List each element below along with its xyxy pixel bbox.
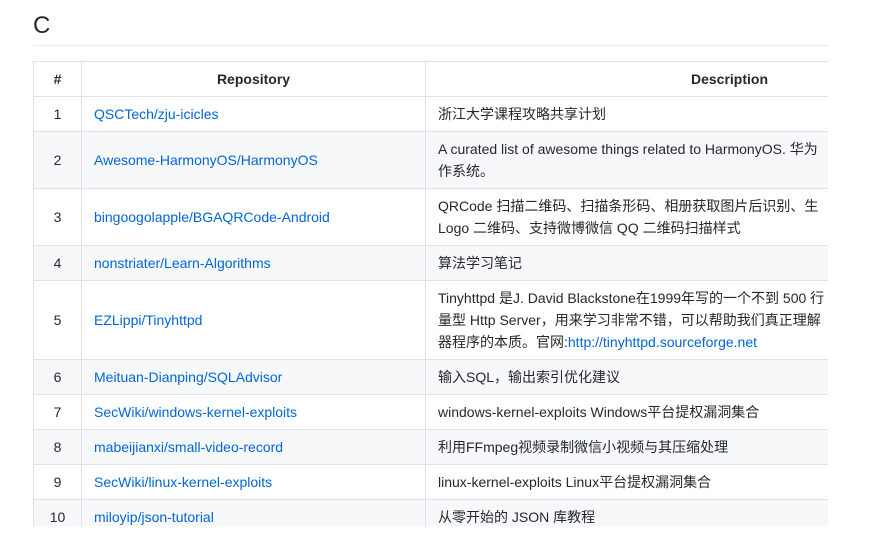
description-cell: windows-kernel-exploits Windows平台提权漏洞集合 [425,394,828,430]
repository-link[interactable]: nonstriater/Learn-Algorithms [94,255,271,271]
table-row: 2 Awesome-HarmonyOS/HarmonyOS A curated li… [33,131,828,189]
description-line-text: 浙江大学课程攻略共享计划 [438,106,606,122]
description-line-text: 输入SQL，输出索引优化建议 [438,369,621,385]
description-link[interactable]: http://tinyhttpd.sourceforge.net [568,334,757,350]
repository-cell: SecWiki/linux-kernel-exploits [81,464,426,500]
description-line: 算法学习笔记 [438,252,828,274]
table-body: 1 QSCTech/zju-icicles 浙江大学课程攻略共享计划 2 Awesome… [33,96,828,526]
repository-cell: mabeijianxi/small-video-record [81,429,426,465]
repository-cell: bingoogolapple/BGAQRCode-Android [81,188,426,246]
row-number: 5 [33,280,82,360]
description-line-text: A curated list of awesome things related… [438,141,818,157]
repository-cell: Meituan-Dianping/SQLAdvisor [81,359,426,395]
row-number: 4 [33,245,82,281]
description-line: linux-kernel-exploits Linux平台提权漏洞集合 [438,471,828,493]
table-row: 1 QSCTech/zju-icicles 浙江大学课程攻略共享计划 [33,96,828,132]
row-number: 7 [33,394,82,430]
description-line: windows-kernel-exploits Windows平台提权漏洞集合 [438,401,828,423]
description-line-text: linux-kernel-exploits Linux平台提权漏洞集合 [438,474,712,490]
description-text: 浙江大学课程攻略共享计划 [438,103,828,125]
description-line: 量型 Http Server，用来学习非常不错，可以帮助我们真正理解 [438,309,828,331]
repository-table: # Repository Description 1 QSCTech/zju-ic… [33,61,828,526]
description-line-text: Tinyhttpd 是J. David Blackstone在1999年写的一个… [438,290,825,306]
table-header-row: # Repository Description [33,61,828,97]
row-number: 2 [33,131,82,189]
description-cell: linux-kernel-exploits Linux平台提权漏洞集合 [425,464,828,500]
description-line-text: 量型 Http Server，用来学习非常不错，可以帮助我们真正理解 [438,312,821,328]
description-line-text: 从零开始的 JSON 库教程 [438,509,596,525]
description-line: Logo 二维码、支持微博微信 QQ 二维码扫描样式 [438,217,828,239]
description-text: windows-kernel-exploits Windows平台提权漏洞集合 [438,401,828,423]
repository-link[interactable]: QSCTech/zju-icicles [94,106,218,122]
header-repository: Repository [81,61,426,97]
description-line-text: windows-kernel-exploits Windows平台提权漏洞集合 [438,404,760,420]
description-text: A curated list of awesome things related… [438,138,828,182]
description-line-text: 器程序的本质。官网: [438,334,568,350]
description-line: 作系统。 [438,160,828,182]
repository-cell: EZLippi/Tinyhttpd [81,280,426,360]
description-cell: 输入SQL，输出索引优化建议 [425,359,828,395]
section-heading: C [33,6,828,46]
table-viewport: # Repository Description 1 QSCTech/zju-ic… [33,61,828,526]
description-line: 从零开始的 JSON 库教程 [438,506,828,526]
description-text: 利用FFmpeg视频录制微信小视频与其压缩处理 [438,436,828,458]
repository-link[interactable]: SecWiki/linux-kernel-exploits [94,474,272,490]
table-row: 7 SecWiki/windows-kernel-exploits windows-… [33,394,828,430]
row-number: 1 [33,96,82,132]
description-line: 器程序的本质。官网:http://tinyhttpd.sourceforge.n… [438,331,828,353]
repository-link[interactable]: miloyip/json-tutorial [94,509,214,525]
description-line: Tinyhttpd 是J. David Blackstone在1999年写的一个… [438,287,828,309]
row-number: 3 [33,188,82,246]
description-line: A curated list of awesome things related… [438,138,828,160]
header-number: # [33,61,82,97]
table-row: 4 nonstriater/Learn-Algorithms 算法学习笔记 [33,245,828,281]
description-cell: 从零开始的 JSON 库教程 [425,499,828,526]
repository-link[interactable]: mabeijianxi/small-video-record [94,439,283,455]
repository-cell: SecWiki/windows-kernel-exploits [81,394,426,430]
description-line-text: 利用FFmpeg视频录制微信小视频与其压缩处理 [438,439,729,455]
section-title: C [33,12,51,39]
description-text: 输入SQL，输出索引优化建议 [438,366,828,388]
repository-link[interactable]: bingoogolapple/BGAQRCode-Android [94,209,330,225]
description-cell: 算法学习笔记 [425,245,828,281]
repository-cell: miloyip/json-tutorial [81,499,426,526]
table-row: 6 Meituan-Dianping/SQLAdvisor 输入SQL，输出索引优化… [33,359,828,395]
repository-link[interactable]: SecWiki/windows-kernel-exploits [94,404,297,420]
description-text: linux-kernel-exploits Linux平台提权漏洞集合 [438,471,828,493]
description-cell: 利用FFmpeg视频录制微信小视频与其压缩处理 [425,429,828,465]
row-number: 8 [33,429,82,465]
table-row: 8 mabeijianxi/small-video-record 利用FFmpeg视… [33,429,828,465]
row-number: 9 [33,464,82,500]
table-row: 10 miloyip/json-tutorial 从零开始的 JSON 库教程 [33,499,828,526]
description-text: 算法学习笔记 [438,252,828,274]
table-row: 3 bingoogolapple/BGAQRCode-Android QRCode … [33,188,828,246]
repository-cell: Awesome-HarmonyOS/HarmonyOS [81,131,426,189]
description-text: QRCode 扫描二维码、扫描条形码、相册获取图片后识别、生 Logo 二维码、支… [438,195,828,239]
repository-link[interactable]: Awesome-HarmonyOS/HarmonyOS [94,152,318,168]
description-text: 从零开始的 JSON 库教程 [438,506,828,526]
repository-cell: QSCTech/zju-icicles [81,96,426,132]
header-description: Description [425,61,828,97]
description-cell: A curated list of awesome things related… [425,131,828,189]
description-text: Tinyhttpd 是J. David Blackstone在1999年写的一个… [438,287,828,353]
description-line: 浙江大学课程攻略共享计划 [438,103,828,125]
description-line: QRCode 扫描二维码、扫描条形码、相册获取图片后识别、生 [438,195,828,217]
row-number: 6 [33,359,82,395]
description-cell: 浙江大学课程攻略共享计划 [425,96,828,132]
row-number: 10 [33,499,82,526]
table-row: 9 SecWiki/linux-kernel-exploits linux-kern… [33,464,828,500]
description-line-text: Logo 二维码、支持微博微信 QQ 二维码扫描样式 [438,220,741,236]
repository-cell: nonstriater/Learn-Algorithms [81,245,426,281]
description-line-text: 作系统。 [438,163,494,179]
table-row: 5 EZLippi/Tinyhttpd Tinyhttpd 是J. David Bl… [33,280,828,360]
repository-link[interactable]: Meituan-Dianping/SQLAdvisor [94,369,282,385]
description-line-text: 算法学习笔记 [438,255,522,271]
description-line: 利用FFmpeg视频录制微信小视频与其压缩处理 [438,436,828,458]
description-cell: Tinyhttpd 是J. David Blackstone在1999年写的一个… [425,280,828,360]
description-cell: QRCode 扫描二维码、扫描条形码、相册获取图片后识别、生 Logo 二维码、支… [425,188,828,246]
description-line-text: QRCode 扫描二维码、扫描条形码、相册获取图片后识别、生 [438,198,819,214]
description-line: 输入SQL，输出索引优化建议 [438,366,828,388]
repository-link[interactable]: EZLippi/Tinyhttpd [94,312,202,328]
